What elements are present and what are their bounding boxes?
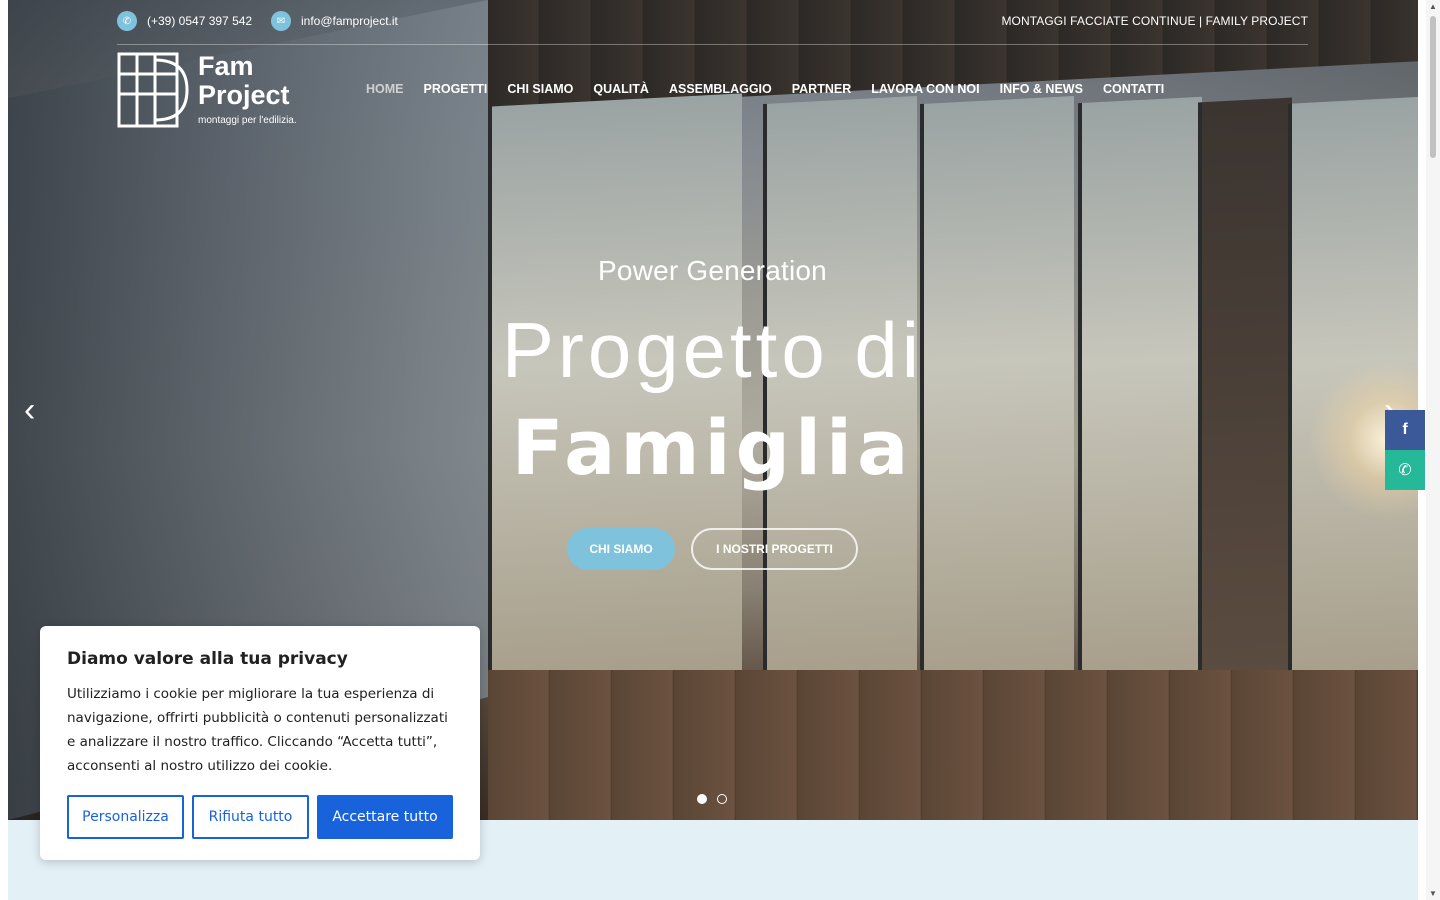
cookie-accept-button[interactable]: Accettare tutto [317, 795, 453, 839]
slider-dots [697, 794, 727, 804]
nav-info-news[interactable]: INFO & NEWS [1000, 82, 1083, 96]
logo-tagline: montaggi per l'edilizia. [198, 115, 297, 126]
phone-icon: ✆ [117, 11, 137, 31]
contact-phone[interactable]: ✆ (+39) 0547 397 542 [117, 10, 252, 32]
nav-lavora-con-noi[interactable]: LAVORA CON NOI [871, 82, 979, 96]
whatsapp-share-icon[interactable]: ✆ [1385, 450, 1425, 490]
logo-name-line1: Fam [198, 51, 254, 81]
facebook-share-icon[interactable]: f [1385, 410, 1425, 450]
main-nav: HOME PROGETTI CHI SIAMO QUALITÀ ASSEMBLA… [366, 82, 1184, 96]
logo-name: Fam Project [198, 52, 290, 110]
nav-progetti[interactable]: PROGETTI [424, 82, 488, 96]
cookie-body: Utilizziamo i cookie per migliorare la t… [67, 686, 448, 774]
cookie-reject-button[interactable]: Rifiuta tutto [192, 795, 309, 839]
top-bar: ✆ (+39) 0547 397 542 ✉ info@famproject.i… [0, 0, 1440, 44]
logo-name-line2: Project [198, 80, 290, 110]
email-address: info@famproject.it [301, 14, 398, 28]
nav-chi-siamo[interactable]: CHI SIAMO [507, 82, 573, 96]
mail-icon: ✉ [271, 11, 291, 31]
slider-dot-2[interactable] [717, 794, 727, 804]
page-scrollbar[interactable]: ▲ ▼ [1426, 0, 1440, 900]
cookie-consent-banner: Diamo valore alla tua privacy Utilizziam… [40, 626, 480, 860]
hero-title-line1: Progetto di [501, 306, 924, 394]
hero-subtitle: Power Generation [598, 255, 827, 286]
cookie-title: Diamo valore alla tua privacy [67, 649, 348, 669]
hero-title-line2: Famiglia [511, 403, 914, 492]
contact-email[interactable]: ✉ info@famproject.it [271, 10, 398, 32]
phone-number: (+39) 0547 397 542 [147, 14, 253, 28]
nav-partner[interactable]: PARTNER [792, 82, 852, 96]
nostri-progetti-button[interactable]: I NOSTRI PROGETTI [691, 528, 858, 570]
site-logo[interactable]: Fam Project montaggi per l'edilizia. [117, 52, 317, 130]
slider-prev-arrow-icon[interactable]: ‹ [24, 393, 35, 427]
scroll-down-icon[interactable]: ▼ [1429, 889, 1437, 898]
scrollbar-thumb[interactable] [1430, 16, 1436, 158]
nav-contatti[interactable]: CONTATTI [1103, 82, 1164, 96]
chi-siamo-button[interactable]: CHI SIAMO [567, 528, 675, 570]
slider-dot-1[interactable] [697, 794, 707, 804]
cookie-customize-button[interactable]: Personalizza [67, 795, 184, 839]
nav-qualita[interactable]: QUALITÀ [593, 82, 649, 96]
hero-bg-cladding [488, 670, 1418, 820]
scroll-up-icon[interactable]: ▲ [1429, 2, 1437, 11]
nav-home[interactable]: HOME [366, 82, 404, 96]
logo-mark-icon [117, 52, 189, 128]
top-tagline: MONTAGGI FACCIATE CONTINUE | FAMILY PROJ… [1001, 14, 1308, 28]
top-divider [117, 44, 1308, 45]
nav-assemblaggio[interactable]: ASSEMBLAGGIO [669, 82, 772, 96]
